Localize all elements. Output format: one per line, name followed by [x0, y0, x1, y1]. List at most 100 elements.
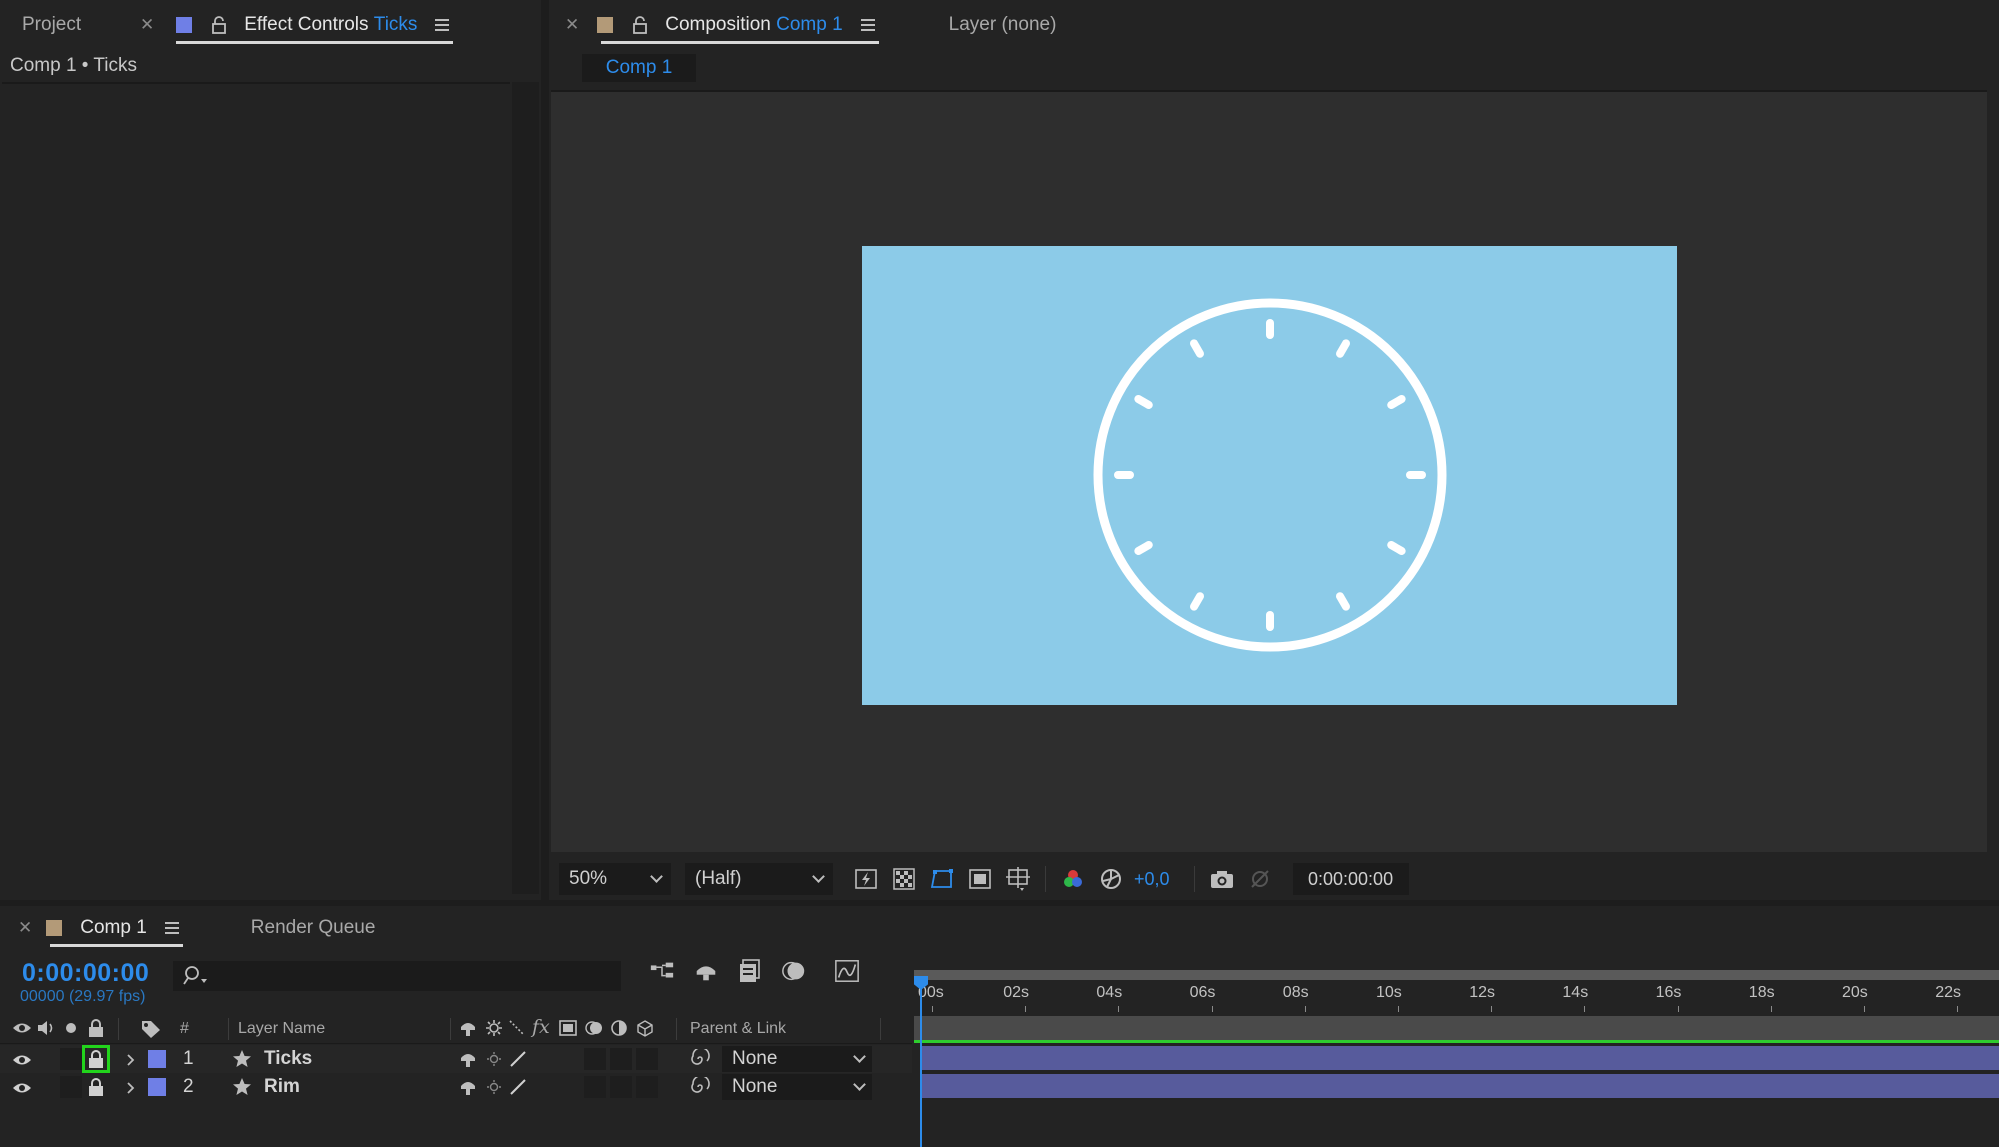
mask-path-visibility-icon[interactable]	[929, 866, 955, 892]
layer-row[interactable]: 1 Ticks None	[0, 1045, 912, 1073]
layer-number: 2	[183, 1076, 194, 1097]
clock-face-graphic	[1093, 298, 1447, 652]
effect-controls-target: Ticks	[373, 14, 418, 35]
chevron-right-icon[interactable]	[126, 1081, 136, 1095]
tab-render-queue[interactable]: Render Queue	[239, 903, 388, 953]
time-ruler-label: 22s	[1935, 984, 1961, 1001]
comp-navigator-tab[interactable]: Comp 1	[582, 54, 696, 82]
work-area-bar[interactable]	[914, 1016, 1999, 1042]
solo-toggle[interactable]	[60, 1048, 82, 1070]
composition-canvas[interactable]	[862, 246, 1677, 705]
fast-previews-icon[interactable]	[853, 866, 879, 892]
label-color-icon[interactable]	[148, 1078, 166, 1096]
frame-blending-icon[interactable]	[737, 958, 763, 984]
motion-blur-switch-icon	[585, 1021, 602, 1035]
shy-layers-icon[interactable]	[693, 958, 719, 984]
quality-switch-icon	[509, 1020, 525, 1036]
tab-project[interactable]: Project	[0, 0, 140, 50]
grid-guides-icon[interactable]	[1005, 866, 1031, 892]
column-parent-label[interactable]: Parent & Link	[690, 1020, 786, 1038]
resolution-dropdown[interactable]: (Half)	[685, 863, 833, 895]
current-time-display[interactable]: 0:00:00:00	[1292, 863, 1409, 895]
time-ruler[interactable]: 00s 02s 04s 06s 08s 10s 12s 14s 16s 18s 20s 22s	[914, 982, 1999, 1012]
tab-comp-1[interactable]: Comp 1	[42, 903, 191, 953]
motion-blur-toggle[interactable]	[584, 1076, 606, 1098]
layer-row[interactable]: 2 Rim None	[0, 1073, 912, 1101]
time-ruler-label: 12s	[1469, 984, 1495, 1001]
toolbar-divider	[1045, 866, 1046, 892]
resolution-value: (Half)	[695, 868, 742, 889]
close-icon[interactable]: ✕	[140, 15, 154, 35]
motion-blur-icon[interactable]	[781, 958, 807, 984]
parent-dropdown[interactable]: None	[722, 1074, 872, 1100]
parent-value: None	[732, 1048, 778, 1069]
layer-name[interactable]: Rim	[264, 1076, 300, 1098]
show-snapshot-icon[interactable]	[1247, 866, 1273, 892]
tab-composition[interactable]: Composition Comp 1	[593, 0, 886, 50]
unlock-icon[interactable]	[631, 16, 649, 34]
timeline-current-time[interactable]: 0:00:00:00	[22, 959, 149, 988]
solo-icon[interactable]	[65, 1022, 77, 1034]
quality-switch-icon[interactable]	[508, 1077, 528, 1097]
tab-project-label: Project	[22, 14, 82, 35]
solo-toggle[interactable]	[60, 1076, 82, 1098]
time-ruler-label: 02s	[1003, 984, 1029, 1001]
panel-menu-icon[interactable]	[860, 19, 875, 31]
lock-icon[interactable]	[87, 1049, 105, 1069]
time-ruler-tick	[1211, 1006, 1213, 1012]
3d-toggle[interactable]	[636, 1076, 658, 1098]
adjustment-toggle[interactable]	[610, 1048, 632, 1070]
label-tag-icon[interactable]	[140, 1019, 162, 1039]
region-of-interest-icon[interactable]	[967, 866, 993, 892]
time-ruler-label: 08s	[1282, 984, 1309, 1001]
layer-search-input[interactable]	[173, 961, 621, 991]
layer-name[interactable]: Ticks	[264, 1048, 312, 1070]
column-layer-name-label[interactable]: Layer Name	[238, 1020, 325, 1038]
eye-icon[interactable]	[12, 1021, 32, 1035]
composition-flowchart-icon[interactable]	[649, 958, 675, 984]
layer-bar-rim[interactable]	[922, 1074, 1999, 1098]
time-ruler-tick	[932, 1006, 933, 1012]
eye-icon[interactable]	[12, 1053, 32, 1067]
snapshot-camera-icon[interactable]	[1209, 866, 1235, 892]
shy-switch-icon[interactable]	[458, 1077, 478, 1097]
tab-effect-controls[interactable]: Effect Controls Ticks	[168, 0, 461, 50]
zoom-dropdown[interactable]: 50%	[559, 863, 671, 895]
time-navigator-bar[interactable]	[914, 970, 1999, 980]
shy-switch-icon[interactable]	[458, 1049, 478, 1069]
composition-viewer[interactable]	[551, 90, 1987, 852]
pick-whip-icon[interactable]	[690, 1049, 710, 1069]
collapse-switch-icon[interactable]	[485, 1050, 503, 1068]
tab-layer[interactable]: Layer (none)	[937, 0, 1069, 50]
color-channels-icon[interactable]	[1060, 866, 1086, 892]
chevron-right-icon[interactable]	[126, 1053, 136, 1067]
graph-editor-icon[interactable]	[834, 958, 860, 984]
label-color-icon	[597, 17, 614, 33]
layer-bar-ticks[interactable]	[922, 1046, 1999, 1070]
quality-switch-icon[interactable]	[508, 1049, 528, 1069]
audio-icon[interactable]	[36, 1019, 56, 1037]
close-icon[interactable]: ✕	[565, 15, 579, 35]
playhead-line[interactable]	[920, 980, 922, 1147]
reset-exposure-icon[interactable]	[1098, 866, 1124, 892]
panel-menu-icon[interactable]	[164, 922, 179, 934]
parent-dropdown[interactable]: None	[722, 1046, 872, 1072]
lock-icon[interactable]	[87, 1077, 105, 1097]
pick-whip-icon[interactable]	[690, 1077, 710, 1097]
adjustment-toggle[interactable]	[610, 1076, 632, 1098]
3d-toggle[interactable]	[636, 1048, 658, 1070]
panel-menu-icon[interactable]	[435, 19, 450, 31]
frame-rate-info: 00000 (29.97 fps)	[20, 988, 146, 1005]
motion-blur-toggle[interactable]	[584, 1048, 606, 1070]
label-color-icon[interactable]	[148, 1050, 166, 1068]
timeline-graph[interactable]: 00s 02s 04s 06s 08s 10s 12s 14s 16s 18s 20s 22s	[914, 956, 1999, 1147]
eye-icon[interactable]	[12, 1081, 32, 1095]
exposure-value[interactable]: +0,0	[1134, 869, 1170, 890]
transparency-grid-icon[interactable]	[891, 866, 917, 892]
close-icon[interactable]: ✕	[18, 918, 32, 938]
collapse-switch-icon[interactable]	[485, 1078, 503, 1096]
unlock-icon[interactable]	[210, 16, 228, 34]
time-ruler-tick	[1398, 1006, 1399, 1012]
vertical-scrollbar[interactable]	[512, 82, 539, 894]
lock-icon[interactable]	[87, 1018, 105, 1038]
